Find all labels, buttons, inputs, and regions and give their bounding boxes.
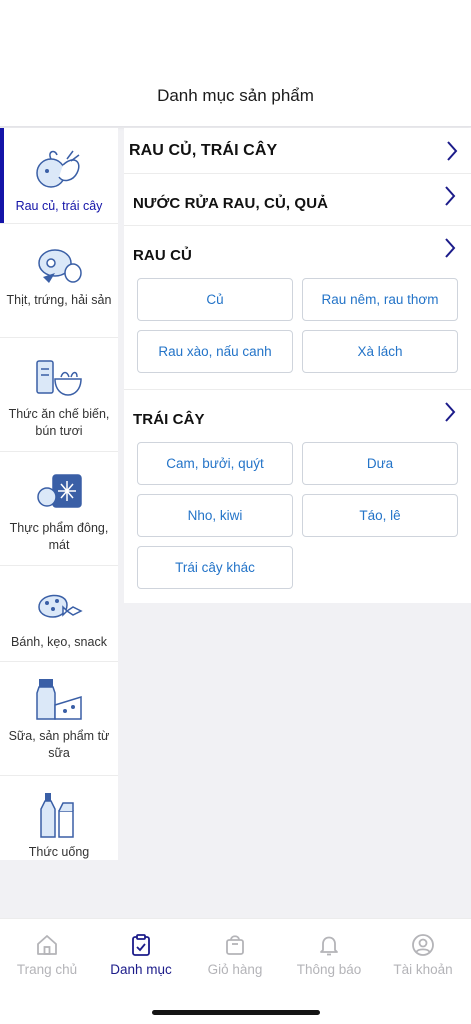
section-title: NƯỚC RỬA RAU, CỦ, QUẢ [133, 194, 329, 212]
sidebar-item-label: Sữa, sản phẩm từ sữa [8, 729, 110, 760]
tab-label: Thông báo [296, 962, 362, 977]
section-produce-wash[interactable]: NƯỚC RỬA RAU, CỦ, QUẢ [124, 174, 471, 226]
vegetable-fruit-icon [29, 142, 89, 198]
chip-herbs[interactable]: Rau nêm, rau thơm [302, 278, 458, 321]
tab-label: Giỏ hàng [207, 962, 263, 977]
page-title: Danh mục sản phẩm [157, 86, 314, 105]
sidebar-item-label: Thức uống [28, 845, 90, 859]
chevron-right-icon[interactable] [443, 185, 457, 207]
tab-label: Danh mục [110, 962, 172, 977]
section-vegetables: RAU CỦ Củ Rau nêm, rau thơm Rau xào, nấu… [124, 226, 471, 390]
sidebar-item-label: Thức ăn chế biến, bún tươi [8, 407, 110, 438]
tab-category[interactable]: Danh mục [94, 933, 188, 977]
section-title: RAU CỦ [133, 246, 192, 264]
sidebar-item-dairy[interactable]: Sữa, sản phẩm từ sữa [0, 662, 118, 776]
chip-lettuce[interactable]: Xà lách [302, 330, 458, 373]
subcategory-chips: Củ Rau nêm, rau thơm Rau xào, nấu canh X… [124, 278, 471, 373]
sidebar-item-snacks[interactable]: Bánh, kẹo, snack [0, 566, 118, 662]
chip-cu[interactable]: Củ [137, 278, 293, 321]
chevron-right-icon[interactable] [443, 237, 457, 259]
home-indicator [152, 1010, 320, 1015]
section-vegetables-fruits[interactable]: RAU CỦ, TRÁI CÂY [124, 128, 471, 174]
frozen-food-icon [29, 464, 89, 520]
section-title: RAU CỦ, TRÁI CÂY [129, 142, 278, 159]
chevron-right-icon[interactable] [443, 401, 457, 423]
bottom-tab-bar: Trang chủ Danh mục Giỏ hàng Thông báo Tà… [0, 918, 471, 1024]
chip-other-fruit[interactable]: Trái cây khác [137, 546, 293, 589]
section-fruits: TRÁI CÂY Cam, bưởi, quýt Dưa Nho, kiwi T… [124, 390, 471, 603]
tab-home[interactable]: Trang chủ [0, 933, 94, 977]
dairy-icon [29, 672, 89, 728]
processed-food-icon [29, 350, 89, 406]
sidebar-item-label: Thực phẩm đông, mát [9, 521, 109, 552]
tab-cart[interactable]: Giỏ hàng [188, 933, 282, 977]
chip-apple-pear[interactable]: Táo, lê [302, 494, 458, 537]
meat-egg-icon [29, 236, 89, 292]
sidebar-item-label: Thịt, trứng, hải sản [6, 293, 112, 307]
sidebar-item-drinks[interactable]: Thức uống [0, 776, 118, 860]
shopping-bag-icon [226, 935, 244, 955]
sidebar-item-label: Bánh, kẹo, snack [11, 635, 107, 649]
home-icon [37, 935, 57, 955]
chevron-right-icon[interactable] [445, 140, 459, 162]
tab-label: Tài khoản [393, 962, 453, 977]
sidebar-item-processed-food[interactable]: Thức ăn chế biến, bún tươi [0, 338, 118, 452]
sidebar-item-meat-egg-seafood[interactable]: Thịt, trứng, hải sản [0, 224, 118, 338]
app-header: Danh mục sản phẩm [0, 0, 471, 127]
chip-grape-kiwi[interactable]: Nho, kiwi [137, 494, 293, 537]
sidebar-item-vegetables-fruits[interactable]: Rau củ, trái cây [0, 128, 118, 224]
snack-icon [29, 578, 89, 634]
category-clipboard-icon [132, 934, 150, 956]
tab-notifications[interactable]: Thông báo [282, 933, 376, 977]
category-sidebar[interactable]: Rau củ, trái cây Thịt, trứng, hải sản Th… [0, 128, 118, 860]
tab-account[interactable]: Tài khoản [376, 933, 470, 977]
chip-melon[interactable]: Dưa [302, 442, 458, 485]
section-header[interactable]: RAU CỦ [124, 226, 471, 278]
sidebar-item-frozen-food[interactable]: Thực phẩm đông, mát [0, 452, 118, 566]
sidebar-item-label: Rau củ, trái cây [15, 199, 103, 213]
subcategory-chips: Cam, bưởi, quýt Dưa Nho, kiwi Táo, lê Tr… [124, 442, 471, 589]
category-content: RAU CỦ, TRÁI CÂY NƯỚC RỬA RAU, CỦ, QUẢ R… [124, 128, 471, 603]
chip-stir-fry-soup[interactable]: Rau xào, nấu canh [137, 330, 293, 373]
chip-citrus[interactable]: Cam, bưởi, quýt [137, 442, 293, 485]
section-title: TRÁI CÂY [133, 410, 205, 428]
bell-icon [320, 936, 338, 956]
account-icon [412, 934, 434, 956]
tab-label: Trang chủ [16, 962, 78, 977]
section-header[interactable]: TRÁI CÂY [124, 390, 471, 442]
drink-icon [29, 788, 89, 844]
